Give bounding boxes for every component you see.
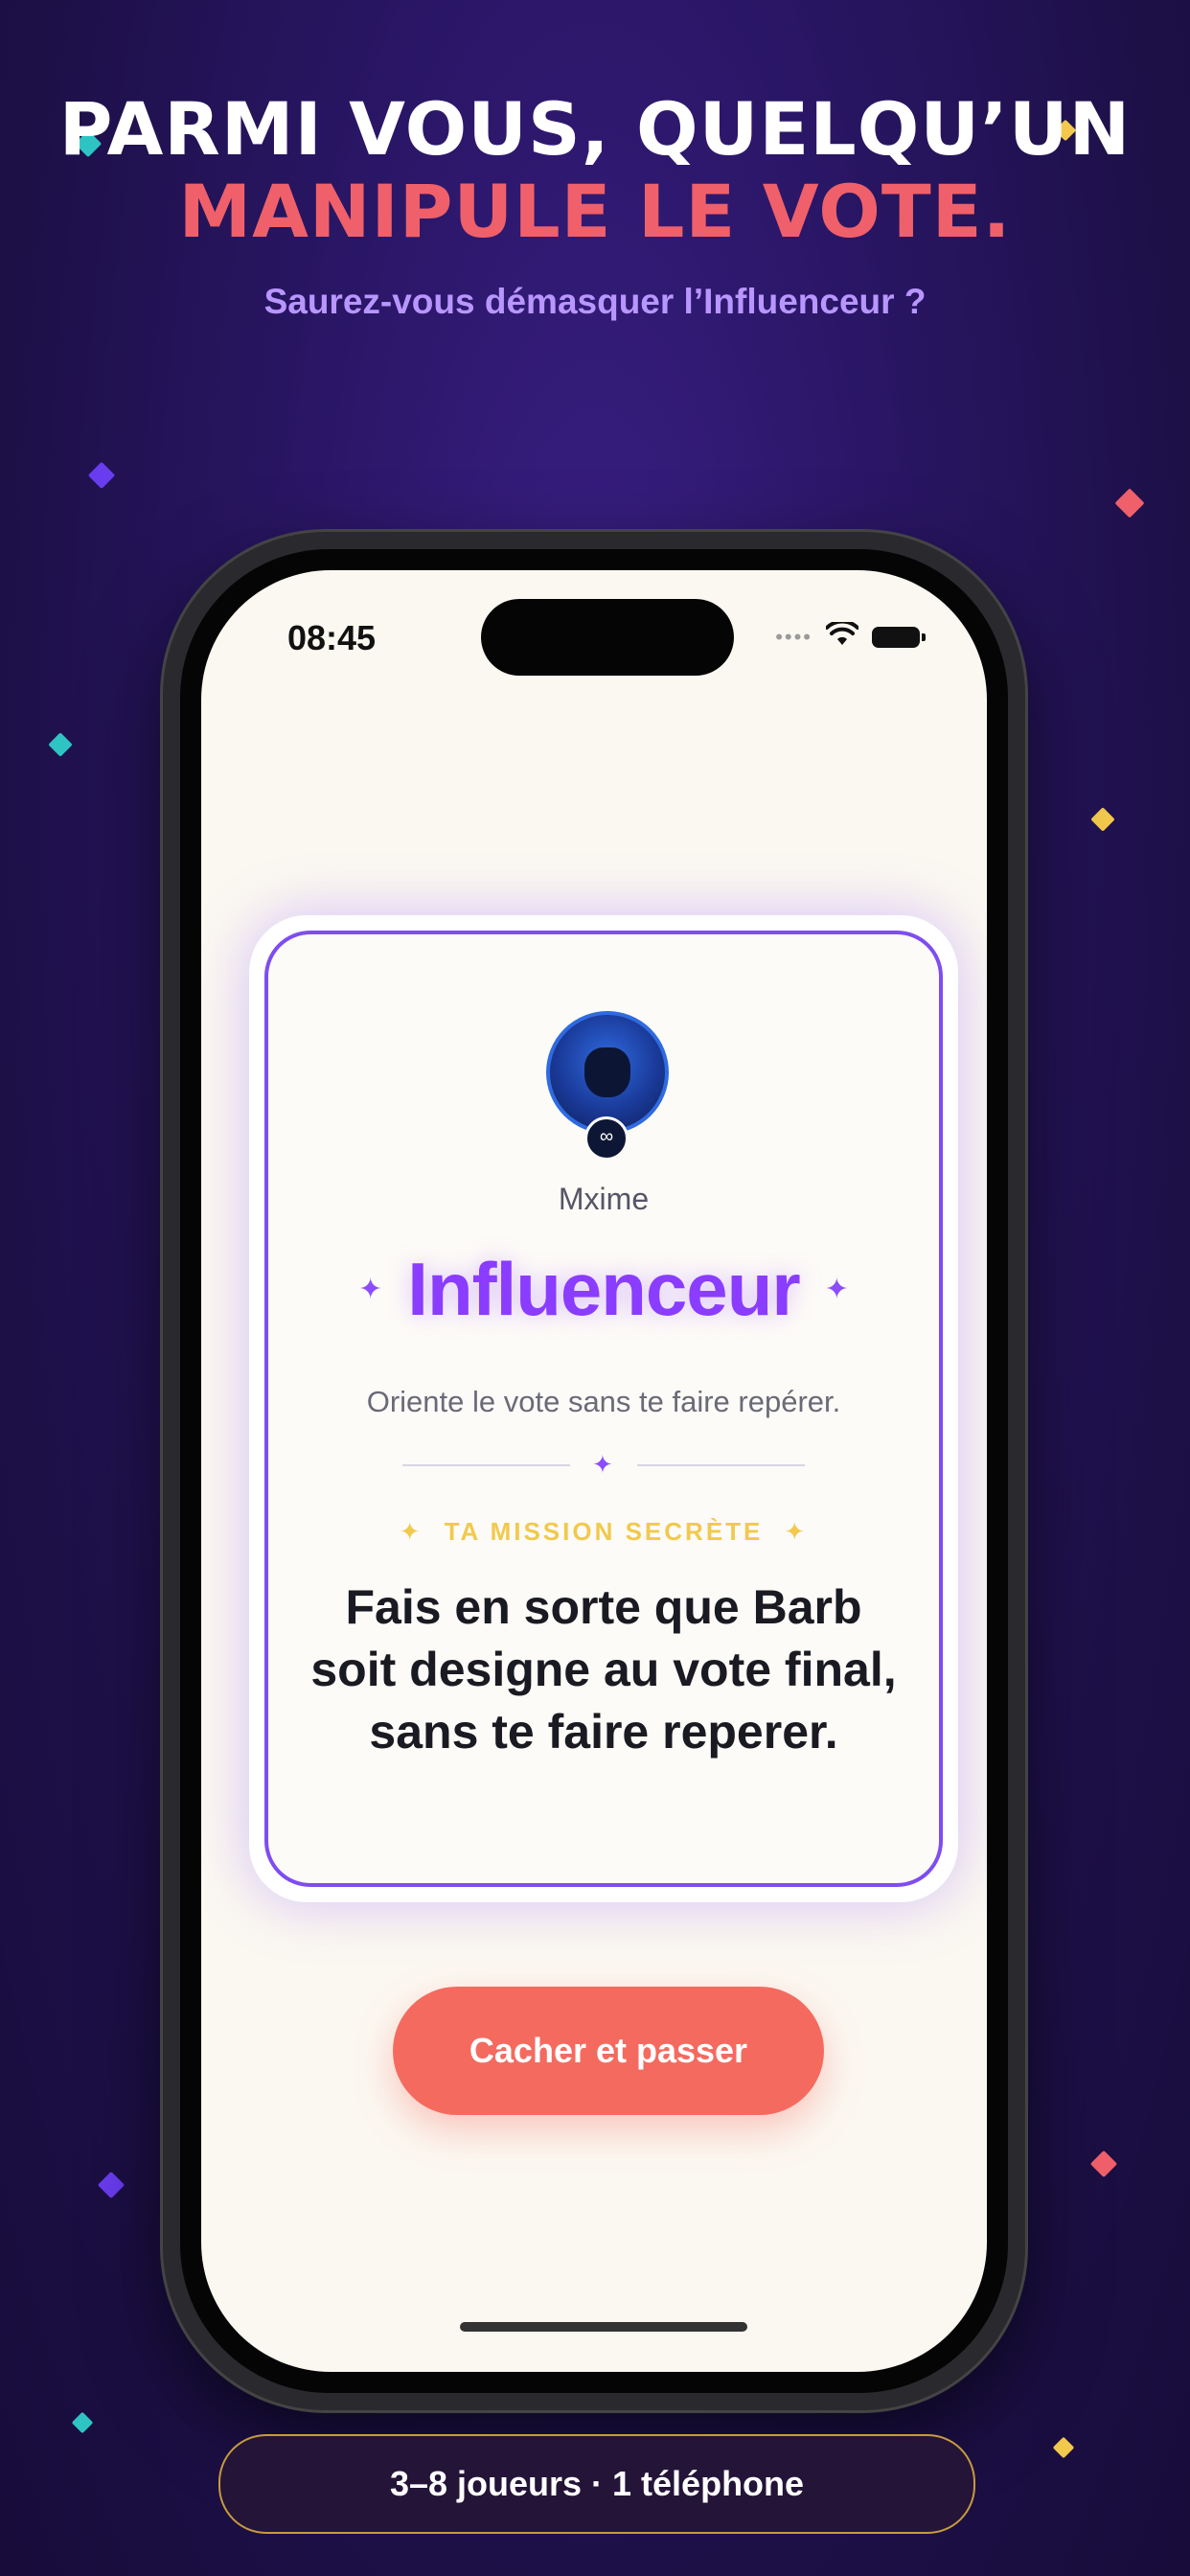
status-time: 08:45 [287,618,377,657]
confetti-diamond [1089,2150,1118,2178]
confetti-diamond [1114,488,1145,518]
signal-dots-icon: •••• [775,624,812,649]
headline: PARMI VOUS, QUELQU’UN MANIPULE LE VOTE. … [0,88,1190,322]
avatar-face-icon [584,1047,630,1097]
mission-label-text: TA MISSION SECRÈTE [444,1517,764,1546]
confetti-diamond [71,2411,94,2434]
role-title-row: ✦ Influenceur ✦ [268,1246,939,1333]
home-indicator [460,2322,747,2332]
phone-mockup: 08:45 •••• ∞ Mxime ✦ Influenceur ✦ Orien… [163,532,1025,2410]
sparkle-icon: ✦ [399,1517,423,1546]
mask-badge-icon: ∞ [584,1116,629,1161]
confetti-diamond [87,461,116,490]
confetti-diamond [1090,807,1115,832]
status-icons: •••• [775,619,926,652]
confetti-diamond [97,2171,126,2199]
hide-and-pass-button[interactable]: Cacher et passer [393,1987,824,2115]
confetti-diamond [48,732,73,757]
mission-label: ✦ TA MISSION SECRÈTE ✦ [268,1517,939,1547]
sparkle-icon: ✦ [784,1517,809,1546]
sparkle-icon: ✦ [358,1274,383,1305]
headline-subtitle: Saurez-vous démasquer l’Influenceur ? [263,282,927,321]
dynamic-island [481,599,734,676]
player-avatar [546,1011,669,1134]
phone-bezel: 08:45 •••• ∞ Mxime ✦ Influenceur ✦ Orien… [180,549,1008,2393]
sparkle-icon: ✦ [592,1450,613,1479]
confetti-diamond [1052,2436,1075,2459]
wifi-icon [825,619,859,652]
card-divider: ✦ [402,1450,805,1479]
mission-text: Fais en sorte que Barb soit designe au v… [310,1580,897,1759]
player-name: Mxime [558,1182,650,1216]
battery-icon [872,626,926,648]
sparkle-icon: ✦ [824,1274,849,1305]
role-name: Influenceur [407,1247,800,1331]
role-card-inner: ∞ Mxime ✦ Influenceur ✦ Oriente le vote sa… [264,931,943,1887]
headline-line-2: MANIPULE LE VOTE. [178,169,1012,254]
role-description: Oriente le vote sans te faire repérer. [366,1385,841,1418]
role-card: ∞ Mxime ✦ Influenceur ✦ Oriente le vote sa… [249,915,958,1902]
phone-screen: 08:45 •••• ∞ Mxime ✦ Influenceur ✦ Orien… [201,570,987,2372]
headline-line-1: PARMI VOUS, QUELQU’UN [58,86,1132,172]
players-info-pill: 3–8 joueurs · 1 téléphone [218,2434,975,2534]
